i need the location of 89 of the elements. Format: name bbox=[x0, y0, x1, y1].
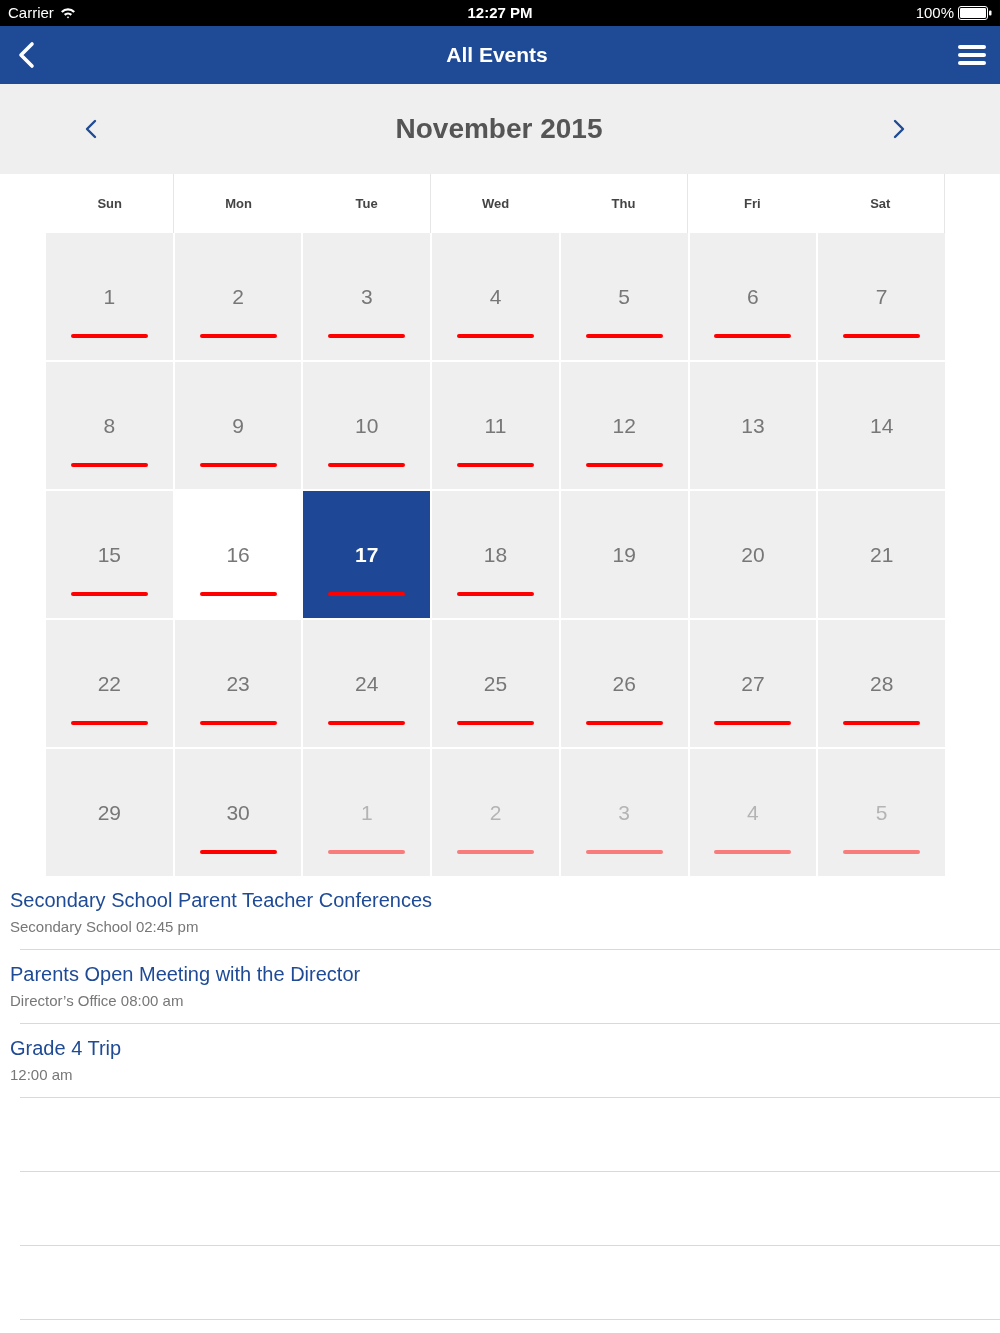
weekday-label: Mon bbox=[225, 195, 252, 212]
day-number: 3 bbox=[360, 285, 373, 309]
event-title[interactable]: Secondary School Parent Teacher Conferences bbox=[10, 888, 433, 912]
day-number: 27 bbox=[741, 672, 765, 696]
day-number: 9 bbox=[232, 414, 244, 438]
day-number: 17 bbox=[355, 543, 379, 567]
calendar-day-cell[interactable]: 24 bbox=[303, 620, 431, 747]
calendar-day-cell[interactable]: 29 bbox=[46, 749, 173, 876]
day-number: 23 bbox=[226, 672, 250, 696]
weekday-label: Sat bbox=[870, 195, 891, 212]
calendar-day-cell[interactable]: 8 bbox=[46, 362, 173, 489]
day-number: 4 bbox=[489, 285, 502, 309]
left-chevron-icon bbox=[85, 119, 97, 139]
weekday-label: Tue bbox=[355, 195, 378, 212]
day-number: 7 bbox=[875, 285, 888, 309]
right-chevron-icon bbox=[893, 119, 905, 139]
calendar-day-cell[interactable]: 5 bbox=[560, 233, 688, 360]
calendar-day-cell[interactable]: 7 bbox=[818, 233, 945, 360]
event-title[interactable]: Parents Open Meeting with the Director bbox=[10, 962, 361, 986]
day-number: 1 bbox=[360, 801, 373, 825]
calendar-day-cell[interactable]: 2 bbox=[174, 233, 302, 360]
month-title: November 2015 bbox=[395, 112, 603, 146]
calendar-day-cell[interactable]: 12 bbox=[560, 362, 688, 489]
day-number: 2 bbox=[489, 801, 502, 825]
day-number: 21 bbox=[869, 543, 894, 567]
weekday-label: Sun bbox=[97, 195, 122, 212]
day-number: 26 bbox=[612, 672, 636, 696]
calendar-day-cell[interactable]: 11 bbox=[432, 362, 559, 489]
day-number: 8 bbox=[103, 414, 116, 438]
day-number: 25 bbox=[483, 672, 508, 696]
calendar-day-cell[interactable]: 21 bbox=[818, 491, 945, 618]
day-number: 12 bbox=[612, 414, 636, 438]
calendar-day-cell[interactable]: 14 bbox=[818, 362, 945, 489]
calendar-day-cell[interactable]: 23 bbox=[174, 620, 302, 747]
calendar-day-cell[interactable]: 22 bbox=[46, 620, 173, 747]
day-number: 10 bbox=[355, 414, 379, 438]
day-number: 22 bbox=[97, 672, 122, 696]
calendar-day-cell[interactable]: 27 bbox=[689, 620, 817, 747]
day-number: 16 bbox=[226, 543, 250, 567]
day-number: 4 bbox=[747, 801, 759, 825]
day-number: 3 bbox=[618, 801, 631, 825]
calendar-day-cell[interactable]: 20 bbox=[689, 491, 817, 618]
carrier-label: Carrier bbox=[8, 4, 54, 22]
clock-time: 12:27 PM bbox=[467, 4, 533, 22]
weekday-label: Fri bbox=[744, 195, 761, 212]
day-number: 15 bbox=[97, 543, 122, 567]
weekday-label: Thu bbox=[611, 195, 636, 212]
day-number: 19 bbox=[612, 543, 636, 567]
calendar-day-cell[interactable]: 28 bbox=[818, 620, 945, 747]
day-number: 28 bbox=[869, 672, 894, 696]
menu-button[interactable] bbox=[956, 42, 988, 68]
day-number: 30 bbox=[226, 801, 250, 825]
day-number: 13 bbox=[741, 414, 765, 438]
event-details: Secondary School 02:45 pm bbox=[10, 918, 199, 936]
day-number: 24 bbox=[355, 672, 379, 696]
day-number: 20 bbox=[741, 543, 765, 567]
event-title[interactable]: Grade 4 Trip bbox=[10, 1036, 122, 1060]
day-number: 5 bbox=[875, 801, 888, 825]
event-details: Director’s Office 08:00 am bbox=[10, 992, 184, 1010]
calendar-day-cell[interactable]: 15 bbox=[46, 491, 173, 618]
calendar-day-cell[interactable]: 10 bbox=[303, 362, 431, 489]
calendar-day-cell[interactable]: 26 bbox=[560, 620, 688, 747]
battery-icon bbox=[958, 6, 992, 20]
menu-icon bbox=[958, 44, 986, 66]
weekday-label: Wed bbox=[481, 195, 510, 212]
back-chevron-icon bbox=[17, 41, 35, 69]
calendar-day-cell[interactable]: 9 bbox=[174, 362, 302, 489]
calendar-day-cell[interactable]: 13 bbox=[689, 362, 817, 489]
day-number: 18 bbox=[483, 543, 508, 567]
day-number: 1 bbox=[103, 285, 116, 309]
event-details: 12:00 am bbox=[10, 1066, 73, 1084]
calendar-day-cell[interactable]: 17 bbox=[303, 491, 431, 618]
calendar-day-cell[interactable]: 3 bbox=[303, 233, 431, 360]
calendar-day-cell[interactable]: 18 bbox=[432, 491, 559, 618]
page-title: All Events bbox=[446, 42, 548, 68]
day-number: 2 bbox=[232, 285, 244, 309]
calendar-day-cell[interactable]: 6 bbox=[689, 233, 817, 360]
battery-percent: 100% bbox=[915, 4, 954, 22]
day-number: 11 bbox=[484, 414, 507, 438]
calendar-day-cell[interactable]: 1 bbox=[46, 233, 173, 360]
calendar-day-cell[interactable]: 25 bbox=[432, 620, 559, 747]
day-number: 5 bbox=[618, 285, 631, 309]
wifi-icon bbox=[59, 7, 76, 19]
day-number: 6 bbox=[747, 285, 759, 309]
day-number: 14 bbox=[869, 414, 894, 438]
calendar-day-cell[interactable]: 19 bbox=[560, 491, 688, 618]
calendar-day-cell[interactable]: 4 bbox=[432, 233, 559, 360]
day-number: 29 bbox=[97, 801, 122, 825]
calendar-day-cell[interactable]: 30 bbox=[174, 749, 302, 876]
